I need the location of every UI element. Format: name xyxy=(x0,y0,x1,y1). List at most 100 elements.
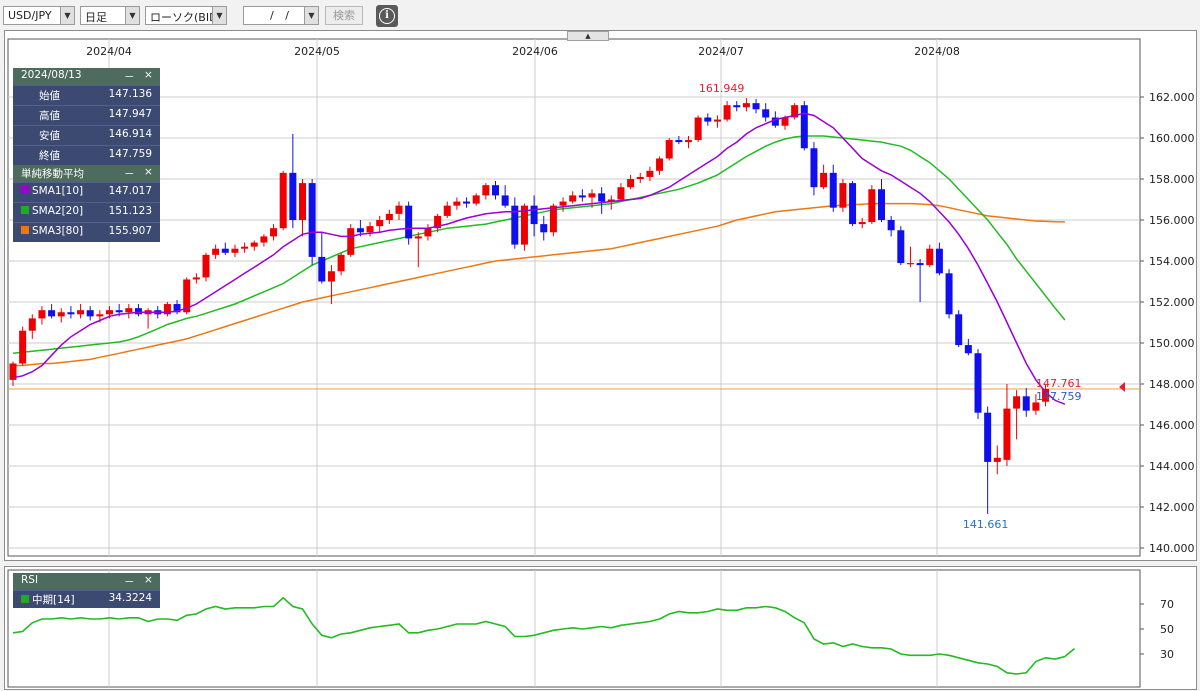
chart-type-select[interactable]: ローソク(BID) ▼ xyxy=(145,6,227,25)
x-tick-label: 2024/05 xyxy=(294,45,340,58)
rsi-y-tick-label: 70 xyxy=(1160,598,1174,611)
info-button[interactable]: i xyxy=(376,5,398,27)
candle-body xyxy=(202,254,210,278)
main-chart-panel: 162.000 160.000 158.000 156.000 154.000 152.0… xyxy=(4,30,1197,561)
y-tick-label: 148.000 xyxy=(1149,378,1195,391)
candle-body xyxy=(762,109,770,118)
candle-body xyxy=(96,314,104,317)
candle-body xyxy=(260,236,268,243)
y-tick-label: 160.000 xyxy=(1149,132,1195,145)
bid-price-label: 147.759 xyxy=(1036,390,1082,403)
rsi-legend: RSI － × 中期[14] 34.3224 xyxy=(13,573,160,608)
minimize-icon[interactable]: － xyxy=(124,166,135,181)
candle-body xyxy=(868,189,876,223)
sma-row-2[interactable]: SMA2[20] 151.123 xyxy=(13,202,160,222)
candle-body xyxy=(405,205,413,239)
candle-body xyxy=(424,228,432,237)
candle-body xyxy=(636,176,644,179)
candle-body xyxy=(19,330,27,364)
sma-legend-header: 単純移動平均 － × xyxy=(13,165,160,182)
candle-body xyxy=(453,201,461,206)
currency-pair-select[interactable]: USD/JPY ▼ xyxy=(3,6,75,25)
chevron-down-icon[interactable]: ▼ xyxy=(125,7,139,24)
chevron-down-icon[interactable]: ▼ xyxy=(212,7,226,24)
candle-body xyxy=(752,103,760,110)
candle-body xyxy=(955,314,963,346)
chevron-down-icon[interactable]: ▼ xyxy=(60,7,74,24)
candle-body xyxy=(984,412,992,462)
ohlc-row-open: 始値 147.136 xyxy=(13,85,160,105)
candle-body xyxy=(916,263,924,266)
close-icon[interactable]: × xyxy=(144,166,153,178)
candle-body xyxy=(221,248,229,253)
candle-body xyxy=(540,224,548,233)
ohlc-row-low: 安値 146.914 xyxy=(13,125,160,145)
candle-body xyxy=(887,220,895,231)
ohlc-label: 安値 xyxy=(39,130,60,142)
candle-body xyxy=(134,308,142,315)
candle-body xyxy=(935,248,943,274)
ohlc-date: 2024/08/13 xyxy=(21,69,82,81)
candlestick-chart[interactable]: 162.000 160.000 158.000 156.000 154.000 152.0… xyxy=(5,31,1196,560)
rsi-chart[interactable]: 70 50 30 xyxy=(5,567,1196,689)
ohlc-value: 146.914 xyxy=(108,128,152,140)
candle-body xyxy=(86,310,94,317)
date-input-value: / / xyxy=(270,9,293,22)
candle-body xyxy=(665,140,673,159)
candle-body xyxy=(318,256,326,282)
candle-body xyxy=(385,213,393,220)
date-input[interactable]: / / ▼ xyxy=(243,6,319,25)
candle-body xyxy=(646,170,654,177)
candle-body xyxy=(347,228,355,255)
candle-body xyxy=(279,172,287,229)
candle-body xyxy=(820,172,828,188)
candle-body xyxy=(588,193,596,198)
sma-row-1[interactable]: SMA1[10] 147.017 xyxy=(13,182,160,202)
rsi-title: RSI xyxy=(21,574,39,586)
candle-body xyxy=(858,222,866,225)
candle-body xyxy=(704,117,712,122)
candle-body xyxy=(443,205,451,216)
low-marker-label: 141.661 xyxy=(963,518,1009,531)
candle-body xyxy=(299,183,306,220)
y-tick-label: 146.000 xyxy=(1149,419,1195,432)
y-tick-label: 140.000 xyxy=(1149,542,1195,555)
sma-row-3[interactable]: SMA3[80] 155.907 xyxy=(13,222,160,242)
candle-body xyxy=(1022,396,1030,411)
candle-body xyxy=(878,189,885,220)
candle-body xyxy=(395,205,403,214)
search-button[interactable]: 検索 xyxy=(325,6,363,25)
x-tick-label: 2024/08 xyxy=(914,45,960,58)
minimize-icon[interactable]: － xyxy=(124,574,135,589)
candle-body xyxy=(945,273,953,315)
sma1-swatch xyxy=(21,186,29,194)
info-icon: i xyxy=(379,8,395,24)
ask-price-label: 147.761 xyxy=(1036,377,1082,390)
x-tick-label: 2024/06 xyxy=(512,45,558,58)
candle-body xyxy=(38,310,46,319)
y-tick-label: 152.000 xyxy=(1149,296,1195,309)
rsi-row[interactable]: 中期[14] 34.3224 xyxy=(13,590,160,608)
candle-body xyxy=(231,248,239,253)
close-icon[interactable]: × xyxy=(144,574,153,586)
candle-body xyxy=(250,242,258,247)
timeframe-select[interactable]: 日足 ▼ xyxy=(80,6,140,25)
close-icon[interactable]: × xyxy=(144,69,153,81)
calendar-dropdown-icon[interactable]: ▼ xyxy=(304,7,318,24)
ohlc-legend: 2024/08/13 － × 始値 147.136 高値 147.947 安値 … xyxy=(13,68,160,242)
candle-body xyxy=(598,193,606,202)
candle-body xyxy=(993,457,1001,462)
toolbar: USD/JPY ▼ 日足 ▼ ローソク(BID) ▼ / / ▼ 検索 i xyxy=(0,0,1200,30)
candle-body xyxy=(492,185,499,196)
ohlc-label: 高値 xyxy=(39,110,60,122)
y-tick-label: 144.000 xyxy=(1149,460,1195,473)
candle-body xyxy=(376,220,384,227)
y-tick-label: 162.000 xyxy=(1149,91,1195,104)
ohlc-label: 終値 xyxy=(39,150,60,162)
currency-pair-value: USD/JPY xyxy=(8,9,52,22)
minimize-icon[interactable]: － xyxy=(124,69,135,84)
collapse-toggle[interactable]: ▲ xyxy=(567,31,609,41)
candle-body xyxy=(48,310,56,317)
candle-body xyxy=(1003,408,1011,460)
candle-body xyxy=(270,228,278,237)
